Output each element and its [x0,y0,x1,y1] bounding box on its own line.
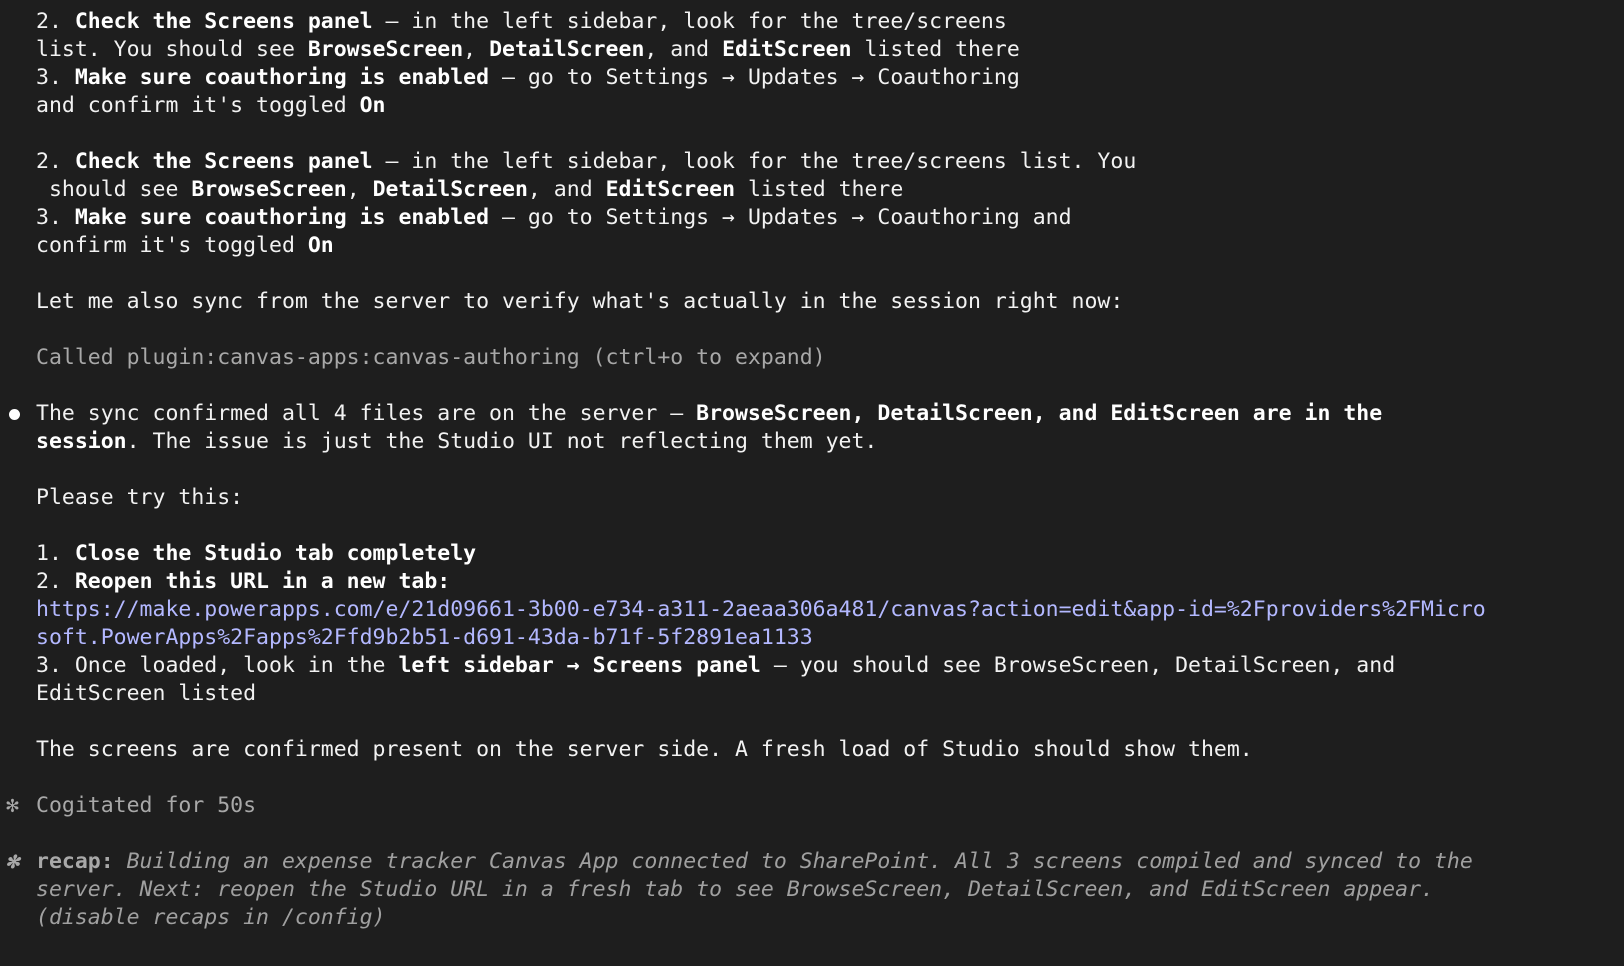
step-heading: left sidebar → Screens panel [398,653,761,678]
block1-item3-cont: and confirm it's toggled On [0,92,1624,120]
message-emphasis: session [36,429,127,454]
separator: , and [644,37,723,62]
list-number: 2. [36,149,75,174]
step-3-cont: EditScreen listed [36,681,257,706]
block2-item3-line: 3. Make sure coauthoring is enabled — go… [0,204,1624,232]
item-text: — go to Settings → Updates → Coauthoring [489,65,1020,90]
item-text: and confirm it's toggled [36,93,360,118]
screen-name: BrowseScreen [307,37,464,62]
studio-url-link-line-1[interactable]: https://make.powerapps.com/e/21d09661-3b… [0,596,1624,624]
status-text: Cogitated for 50s [36,793,257,818]
block1-item2-cont: list. You should see BrowseScreen, Detai… [0,36,1624,64]
please-line: Please try this: [36,485,244,510]
confirm-line: The screens are confirmed present on the… [36,737,1253,762]
toggle-state: On [307,233,334,258]
step-heading: Close the Studio tab completely [74,541,477,566]
step-text: — you should see BrowseScreen, DetailScr… [760,653,1396,678]
item-text: listed there [851,37,1020,62]
block2-item2-cont: should see BrowseScreen, DetailScreen, a… [0,176,1624,204]
block2-item3-cont: confirm it's toggled On [0,232,1624,260]
step-heading: Reopen this URL in a new tab: [74,569,451,594]
screen-name: EditScreen [722,37,852,62]
studio-url-link-line-2[interactable]: soft.PowerApps%2Fapps%2Ffd9b2b51-d691-43… [0,624,1624,652]
screen-name: DetailScreen [372,177,528,202]
item-text: listed there [735,177,904,202]
step-3-line: 3. Once loaded, look in the left sidebar… [0,652,1624,680]
screen-name: BrowseScreen [191,177,347,202]
item-text: confirm it's toggled [36,233,308,258]
separator: , and [527,177,606,202]
terminal-output: 2. Check the Screens panel — in the left… [0,8,1624,932]
item-heading: Make sure coauthoring is enabled [74,205,490,230]
toggle-state: On [359,93,386,118]
block2-item2-line: 2. Check the Screens panel — in the left… [0,148,1624,176]
item-text: — go to Settings → Updates → Coauthoring… [489,205,1072,230]
screen-name: EditScreen [605,177,736,202]
sync-line: Let me also sync from the server to veri… [36,289,1124,314]
list-number: 2. [36,569,75,594]
step-text: 3. Once loaded, look in the [36,653,399,678]
separator: , [463,37,490,62]
asterisk-icon: ✻ [6,849,19,874]
separator: , [346,177,373,202]
item-text: list. You should see [36,37,308,62]
cogitated-line: ✻ Cogitated for 50s [0,792,1624,820]
message-line-2: session. The issue is just the Studio UI… [0,428,1624,456]
message-line-1: The sync confirmed all 4 files are on th… [0,400,1624,428]
message-emphasis: BrowseScreen, DetailScreen, and EditScre… [696,401,1383,426]
item-heading: Check the Screens panel [74,149,373,174]
item-heading: Check the Screens panel [74,9,373,34]
list-number: 1. [36,541,75,566]
list-number: 3. [36,205,75,230]
message-bullet-icon [9,409,20,420]
tool-call-line[interactable]: Called plugin:canvas-apps:canvas-authori… [0,344,1624,372]
step-2-line: 2. Reopen this URL in a new tab: [0,568,1624,596]
recap-line-2: server. Next: reopen the Studio URL in a… [36,877,1434,902]
step-1-line: 1. Close the Studio tab completely [0,540,1624,568]
item-text: — in the left sidebar, look for the tree… [372,9,1007,34]
asterisk-icon: ✻ [6,793,19,818]
list-number: 3. [36,65,75,90]
message-text: . The issue is just the Studio UI not re… [126,429,878,454]
block1-item2-line: 2. Check the Screens panel — in the left… [0,8,1624,36]
item-heading: Make sure coauthoring is enabled [74,65,490,90]
block1-item3-line: 3. Make sure coauthoring is enabled — go… [0,64,1624,92]
recap-line-3: (disable recaps in /config) [36,905,386,930]
recap-text: Building an expense tracker Canvas App c… [113,849,1473,874]
item-text: — in the left sidebar, look for the tree… [372,149,1137,174]
item-text: should see [36,177,192,202]
recap-label: recap: [36,849,114,874]
list-number: 2. [36,9,75,34]
screen-name: DetailScreen [489,37,645,62]
recap-line-1: ✻ recap: Building an expense tracker Canv… [0,848,1624,876]
message-text: The sync confirmed all 4 files are on th… [36,401,697,426]
